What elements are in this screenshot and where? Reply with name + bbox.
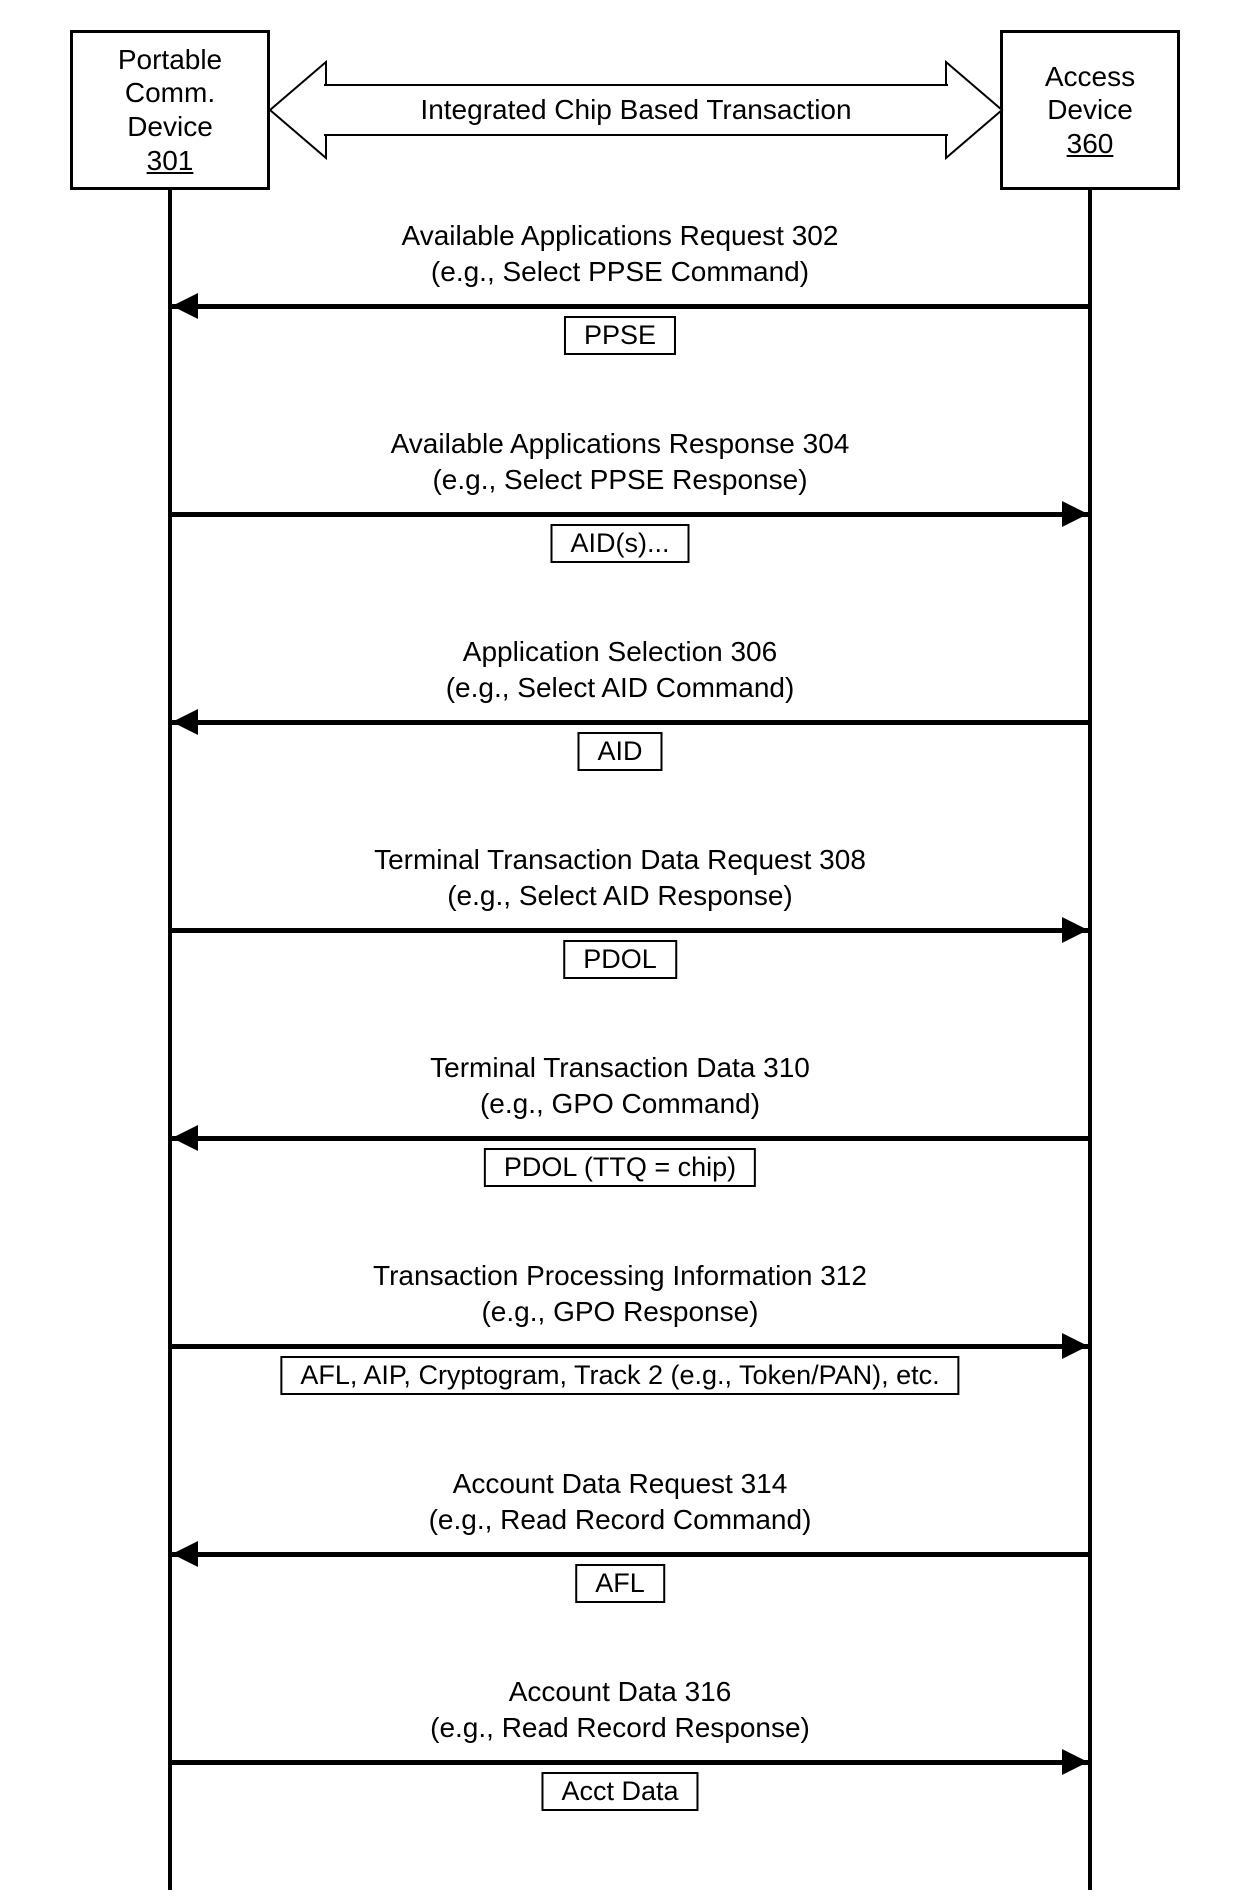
message-title: Account Data 316 [0, 1674, 1240, 1710]
left-entity-line2: Comm. [125, 76, 215, 110]
message-data-box: AFL [575, 1564, 665, 1603]
message-sub: (e.g., Read Record Response) [0, 1710, 1240, 1746]
arrow-head-left-icon [172, 293, 198, 319]
message-sub: (e.g., Select AID Response) [0, 878, 1240, 914]
message-sub-text: (e.g., Select AID Response) [447, 880, 793, 911]
message-title-text: Available Applications Request 302 [402, 220, 839, 251]
message-arrow-line [172, 512, 1088, 517]
message-sub-text: (e.g., Select PPSE Command) [431, 256, 809, 287]
message-arrow-line [172, 720, 1088, 725]
message-sub: (e.g., Select PPSE Command) [0, 254, 1240, 290]
message-sub-text: (e.g., Read Record Command) [429, 1504, 812, 1535]
message-title-text: Application Selection 306 [463, 636, 777, 667]
message-sub-text: (e.g., GPO Response) [481, 1296, 758, 1327]
message-data-box: PDOL (TTQ = chip) [484, 1148, 756, 1187]
message-title: Available Applications Response 304 [0, 426, 1240, 462]
right-entity-line1: Access [1045, 60, 1135, 94]
message-sub: (e.g., Read Record Command) [0, 1502, 1240, 1538]
message-title-text: Account Data Request 314 [453, 1468, 788, 1499]
sequence-diagram: Portable Comm. Device 301 Access Device … [0, 0, 1240, 1904]
message-sub-text: (e.g., GPO Command) [480, 1088, 760, 1119]
arrow-head-right-icon [1062, 501, 1088, 527]
message-data-box: AID(s)... [551, 524, 690, 563]
big-arrow-left-head [268, 60, 328, 160]
message-sub-text: (e.g., Read Record Response) [430, 1712, 810, 1743]
arrow-head-left-icon [172, 1125, 198, 1151]
big-arrow-body: Integrated Chip Based Transaction [324, 84, 948, 136]
message-sub: (e.g., GPO Command) [0, 1086, 1240, 1122]
message-title: Transaction Processing Information 312 [0, 1258, 1240, 1294]
message-title: Account Data Request 314 [0, 1466, 1240, 1502]
message-title: Available Applications Request 302 [0, 218, 1240, 254]
message-arrow-line [172, 1136, 1088, 1141]
message-title-text: Transaction Processing Information 312 [373, 1260, 867, 1291]
message-title-text: Account Data 316 [509, 1676, 732, 1707]
message-data-box: PDOL [563, 940, 677, 979]
right-entity-line2: Device [1047, 93, 1133, 127]
message-arrow-line [172, 928, 1088, 933]
message-arrow-line [172, 304, 1088, 309]
big-arrow-right-head [944, 60, 1004, 160]
arrow-head-right-icon [1062, 917, 1088, 943]
arrow-head-right-icon [1062, 1333, 1088, 1359]
message-data-box: PPSE [564, 316, 676, 355]
message-title-text: Terminal Transaction Data Request 308 [374, 844, 866, 875]
message-sub-text: (e.g., Select PPSE Response) [432, 464, 807, 495]
message-sub: (e.g., GPO Response) [0, 1294, 1240, 1330]
right-entity-num: 360 [1067, 127, 1114, 161]
message-data-box: AID [577, 732, 662, 771]
message-data-box: AFL, AIP, Cryptogram, Track 2 (e.g., Tok… [280, 1356, 959, 1395]
arrow-head-right-icon [1062, 1749, 1088, 1775]
big-arrow-label: Integrated Chip Based Transaction [420, 94, 851, 126]
left-entity-line1: Portable [118, 43, 222, 77]
right-entity-box: Access Device 360 [1000, 30, 1180, 190]
message-sub-text: (e.g., Select AID Command) [446, 672, 795, 703]
message-data-box: Acct Data [541, 1772, 698, 1811]
left-entity-num: 301 [147, 144, 194, 178]
message-title: Terminal Transaction Data 310 [0, 1050, 1240, 1086]
message-sub: (e.g., Select AID Command) [0, 670, 1240, 706]
message-title-text: Terminal Transaction Data 310 [430, 1052, 810, 1083]
message-arrow-line [172, 1344, 1088, 1349]
arrow-head-left-icon [172, 1541, 198, 1567]
message-arrow-line [172, 1760, 1088, 1765]
message-title: Terminal Transaction Data Request 308 [0, 842, 1240, 878]
left-entity-box: Portable Comm. Device 301 [70, 30, 270, 190]
message-sub: (e.g., Select PPSE Response) [0, 462, 1240, 498]
message-title: Application Selection 306 [0, 634, 1240, 670]
arrow-head-left-icon [172, 709, 198, 735]
message-title-text: Available Applications Response 304 [391, 428, 850, 459]
left-entity-line3: Device [127, 110, 213, 144]
message-arrow-line [172, 1552, 1088, 1557]
